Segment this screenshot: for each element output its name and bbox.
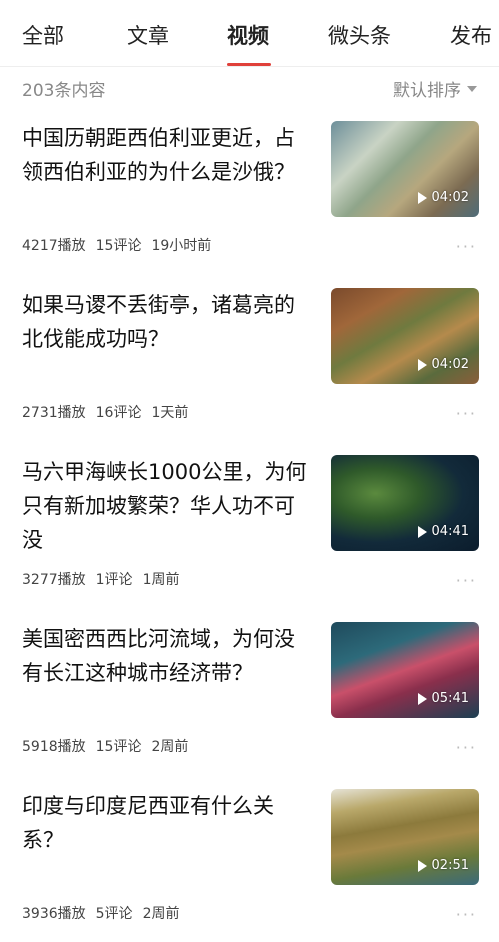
video-title[interactable]: 印度与印度尼西亚有什么关系？ [22, 789, 312, 857]
video-thumbnail[interactable]: 04:02 [331, 288, 479, 384]
tab-articles[interactable]: 文章 [127, 20, 169, 50]
post-time: 19小时前 [151, 238, 212, 254]
tab-micro-posts[interactable]: 微头条 [328, 20, 391, 50]
video-duration: 04:02 [417, 190, 469, 205]
play-count: 3936播放 [22, 906, 86, 922]
video-thumbnail[interactable]: 05:41 [331, 622, 479, 718]
video-title[interactable]: 中国历朝距西伯利亚更近，占领西伯利亚的为什么是沙俄？ [22, 121, 312, 189]
video-meta: 2731播放 16评论 1天前 [22, 402, 198, 422]
list-item[interactable]: 如果马谡不丢街亭，诸葛亮的北伐能成功吗？ 2731播放 16评论 1天前 04:02… [0, 274, 499, 441]
more-options-icon[interactable]: ··· [456, 905, 477, 924]
post-time: 2周前 [142, 906, 180, 922]
tab-all[interactable]: 全部 [22, 20, 64, 50]
play-count: 5918播放 [22, 739, 86, 755]
comment-count: 1评论 [95, 572, 133, 588]
comment-count: 16评论 [95, 405, 142, 421]
video-duration: 05:41 [417, 691, 469, 706]
post-time: 1周前 [142, 572, 180, 588]
content-count: 203条内容 [22, 81, 106, 101]
video-duration: 04:02 [417, 357, 469, 372]
video-thumbnail[interactable]: 04:02 [331, 121, 479, 217]
more-options-icon[interactable]: ··· [456, 738, 477, 757]
sort-label: 默认排序 [393, 81, 461, 101]
video-meta: 4217播放 15评论 19小时前 [22, 235, 221, 255]
more-options-icon[interactable]: ··· [456, 571, 477, 590]
tab-videos[interactable]: 视频 [227, 20, 269, 50]
play-count: 4217播放 [22, 238, 86, 254]
comment-count: 15评论 [95, 739, 142, 755]
list-item[interactable]: 马六甲海峡长1000公里，为何只有新加坡繁荣？华人功不可没 3277播放 1评论 1… [0, 441, 499, 608]
tab-bar: 全部 文章 视频 微头条 发布 [0, 0, 499, 67]
tab-publish[interactable]: 发布 [450, 20, 492, 50]
play-icon [417, 692, 427, 705]
play-icon [417, 525, 427, 538]
video-meta: 5918播放 15评论 2周前 [22, 736, 198, 756]
video-duration: 04:41 [417, 524, 469, 539]
post-time: 1天前 [151, 405, 189, 421]
more-options-icon[interactable]: ··· [456, 237, 477, 256]
play-icon [417, 859, 427, 872]
video-thumbnail[interactable]: 02:51 [331, 789, 479, 885]
caret-down-icon [467, 85, 477, 92]
list-item[interactable]: 中国历朝距西伯利亚更近，占领西伯利亚的为什么是沙俄？ 4217播放 15评论 19小… [0, 107, 499, 274]
comment-count: 5评论 [95, 906, 133, 922]
video-meta: 3277播放 1评论 1周前 [22, 569, 189, 589]
play-icon [417, 191, 427, 204]
post-time: 2周前 [151, 739, 189, 755]
active-tab-indicator [227, 63, 271, 66]
video-meta: 3936播放 5评论 2周前 [22, 903, 189, 923]
content-subbar: 203条内容 默认排序 [0, 67, 499, 107]
comment-count: 15评论 [95, 238, 142, 254]
video-title[interactable]: 马六甲海峡长1000公里，为何只有新加坡繁荣？华人功不可没 [22, 455, 312, 557]
play-count: 2731播放 [22, 405, 86, 421]
video-title[interactable]: 美国密西西比河流域，为何没有长江这种城市经济带？ [22, 622, 312, 690]
video-list: 中国历朝距西伯利亚更近，占领西伯利亚的为什么是沙俄？ 4217播放 15评论 19小… [0, 107, 499, 942]
video-duration: 02:51 [417, 858, 469, 873]
sort-dropdown[interactable]: 默认排序 [393, 76, 477, 101]
play-icon [417, 358, 427, 371]
list-item[interactable]: 美国密西西比河流域，为何没有长江这种城市经济带？ 5918播放 15评论 2周前 0… [0, 608, 499, 775]
more-options-icon[interactable]: ··· [456, 404, 477, 423]
video-title[interactable]: 如果马谡不丢街亭，诸葛亮的北伐能成功吗？ [22, 288, 312, 356]
play-count: 3277播放 [22, 572, 86, 588]
video-thumbnail[interactable]: 04:41 [331, 455, 479, 551]
